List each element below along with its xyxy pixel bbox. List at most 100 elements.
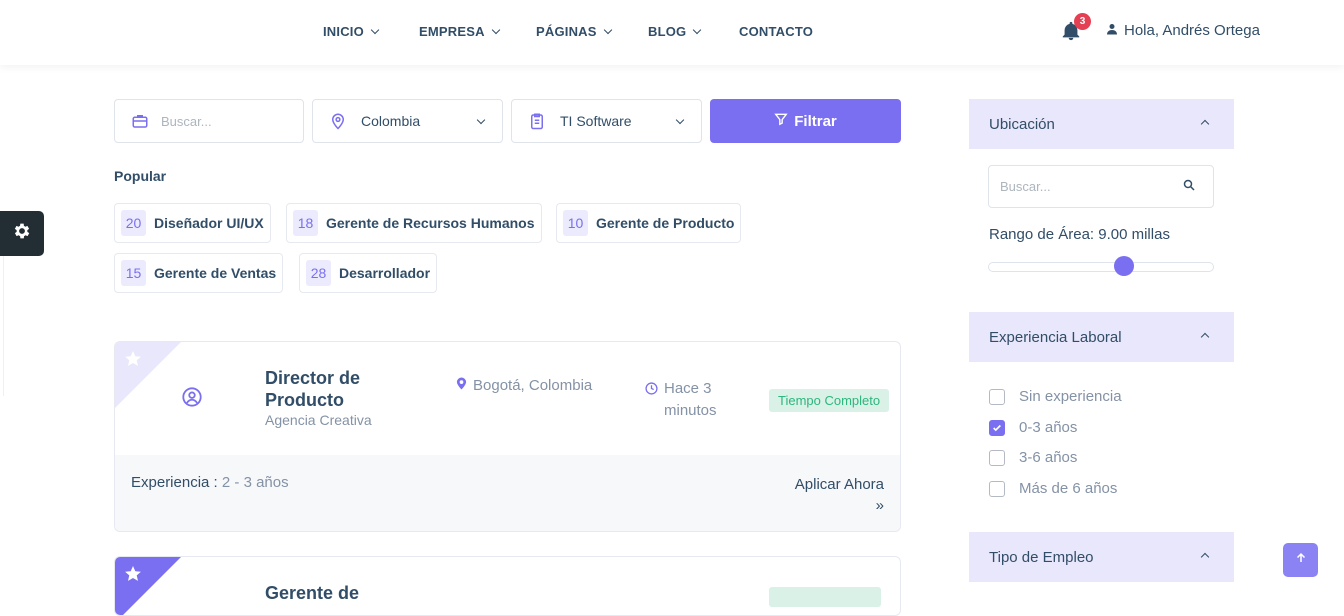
accordion-title: Experiencia Laboral [989,328,1122,346]
job-card[interactable]: Director de Producto Agencia Creativa Bo… [114,341,901,532]
accordion-title: Tipo de Empleo [989,548,1094,566]
location-select-value: Colombia [361,113,421,129]
notification-badge: 3 [1074,13,1091,30]
checkbox[interactable] [989,480,1005,497]
job-posted-text: Hace 3 minutos [664,380,717,419]
nav-item-empresa[interactable]: EMPRESA [419,24,500,39]
chevron-up-icon [1200,552,1210,562]
experience-label: Experiencia : [131,474,218,491]
experience-option[interactable]: 3-6 años [989,449,1077,466]
checkbox-label: Más de 6 años [1019,480,1118,497]
chip-label: Desarrollador [339,265,431,281]
double-chevron-right-icon: » [875,497,884,514]
search-input[interactable]: Buscar... [161,114,212,129]
nav-item-label: BLOG [648,24,687,39]
nav-item-label: EMPRESA [419,24,485,39]
map-pin-icon [329,112,347,130]
job-location-text: Bogotá, Colombia [473,377,593,394]
popular-title: Popular [114,168,167,184]
category-select-value: TI Software [560,113,632,129]
experience-option[interactable]: Sin experiencia [989,388,1122,405]
chip-label: Gerente de Ventas [154,265,277,281]
job-experience: Experiencia : 2 - 3 años [131,474,289,491]
briefcase-icon [131,112,149,130]
nav-item-label: CONTACTO [739,24,814,39]
arrow-up-icon [1295,551,1307,569]
chip-label: Diseñador UI/UX [154,215,264,231]
clipboard-icon [528,112,546,130]
location-icon [456,377,467,394]
job-type-badge: Tiempo Completo [769,389,890,412]
experience-option[interactable]: Más de 6 años [989,480,1117,497]
nav-item-blog[interactable]: BLOG [648,24,702,39]
job-title[interactable]: Gerente de [265,582,465,604]
checkbox[interactable] [989,449,1005,466]
popular-chip[interactable]: 28 Desarrollador [299,253,438,293]
popular-chip[interactable]: 20 Diseñador UI/UX [114,203,271,243]
popular-chip[interactable]: 15 Gerente de Ventas [114,253,284,293]
back-to-top-button[interactable] [1283,543,1318,577]
job-title[interactable]: Director de Producto [265,367,395,411]
nav-item-label: PÁGINAS [536,24,597,39]
job-type-badge [769,587,881,607]
job-card-footer: Experiencia : 2 - 3 años Aplicar Ahora » [115,455,900,531]
accordion-title: Ubicación [989,115,1055,133]
check-icon [993,424,1001,431]
clock-icon [645,380,658,422]
gear-icon [12,221,32,246]
chevron-up-icon [1200,332,1210,342]
job-location: Bogotá, Colombia [456,377,592,394]
chip-label: Gerente de Producto [596,215,735,231]
apply-now-label: Aplicar Ahora [794,476,884,493]
job-company: Agencia Creativa [265,412,372,428]
chip-count: 20 [121,210,146,236]
search-icon[interactable] [1183,179,1195,194]
sidebar-search-input[interactable]: Buscar... [1000,179,1051,194]
user-icon [1106,22,1118,39]
chip-label: Gerente de Recursos Humanos [326,215,535,231]
chip-count: 18 [293,210,318,236]
filter-button-label: Filtrar [794,112,837,130]
checkbox[interactable] [989,388,1005,405]
category-select[interactable]: TI Software [511,99,702,143]
featured-ribbon [115,557,181,615]
filter-button[interactable]: Filtrar [710,99,901,143]
featured-ribbon [115,342,181,408]
sidebar-search-field[interactable]: Buscar... [988,165,1214,208]
chevron-down-icon [476,115,486,125]
job-card[interactable]: Gerente de [114,556,901,616]
chevron-down-icon [693,25,702,34]
chevron-up-icon [1200,119,1210,129]
checkbox-label: 0-3 años [1019,419,1078,436]
chevron-down-icon [675,115,685,125]
nav-item-contacto[interactable]: CONTACTO [739,24,813,39]
range-slider-thumb[interactable] [1113,256,1134,276]
chevron-down-icon [491,25,500,34]
keyword-search-field[interactable]: Buscar... [114,99,304,143]
location-select[interactable]: Colombia [312,99,503,143]
job-posted: Hace 3 minutos [645,378,735,422]
checkbox[interactable] [989,419,1005,436]
chip-count: 15 [121,260,146,286]
checkbox-label: Sin experiencia [1019,388,1122,405]
settings-toggle[interactable] [0,211,44,256]
accordion-header-employment-type[interactable]: Tipo de Empleo [969,532,1234,582]
chip-count: 28 [306,260,331,286]
experience-value: 2 - 3 años [221,474,289,491]
accordion-header-experience[interactable]: Experiencia Laboral [969,312,1234,362]
nav-item-inicio[interactable]: INICIO [323,24,380,39]
user-menu[interactable]: Hola, Andrés Ortega [1106,22,1260,39]
popular-chip[interactable]: 18 Gerente de Recursos Humanos [286,203,542,243]
popular-chip[interactable]: 10 Gerente de Producto [556,203,742,243]
nav-item-paginas[interactable]: PÁGINAS [536,24,612,39]
user-circle-icon [181,386,203,413]
checkbox-label: 3-6 años [1019,449,1078,466]
apply-now-link[interactable]: Aplicar Ahora » [795,474,884,516]
chip-count: 10 [563,210,588,236]
accordion-header-location[interactable]: Ubicación [969,99,1234,149]
top-navbar: INICIO EMPRESA PÁGINAS BLOG CONTACTO 3 H… [0,0,1344,65]
experience-option[interactable]: 0-3 años [989,419,1077,436]
divider [0,256,4,396]
range-slider-track[interactable] [988,262,1214,272]
range-label: Rango de Área: 9.00 millas [989,226,1170,243]
